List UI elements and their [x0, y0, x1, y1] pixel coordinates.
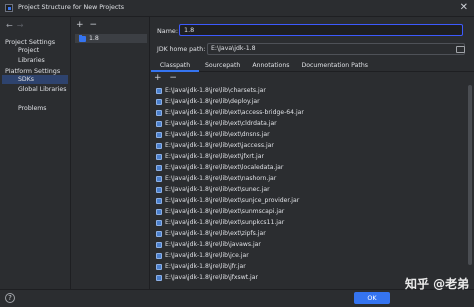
classpath-row[interactable]: E:\Java\jdk-1.8\jre\lib\ext\nashorn.jar [151, 173, 469, 184]
jdk-home-path-label: JDK home path: [157, 46, 206, 53]
platform-settings-heading: Platform Settings [5, 67, 61, 75]
jar-file-icon [156, 274, 162, 281]
jar-file-icon [156, 98, 162, 105]
classpath-entry: E:\Java\jdk-1.8\jre\lib\jfxswt.jar [165, 274, 258, 281]
sdk-list-item[interactable]: 1.8 [75, 34, 147, 43]
ok-button[interactable]: OK [354, 292, 390, 304]
forward-arrow-icon[interactable]: → [17, 21, 24, 30]
classpath-row[interactable]: E:\Java\jdk-1.8\jre\lib\ext\sunec.jar [151, 184, 469, 195]
name-input[interactable]: 1.8 [179, 24, 463, 36]
project-settings-heading: Project Settings [5, 38, 56, 46]
jar-file-icon [156, 263, 162, 270]
remove-sdk-icon[interactable]: − [90, 20, 98, 30]
nav-item-project[interactable]: Project [2, 46, 68, 55]
jar-file-icon [156, 208, 162, 215]
jar-file-icon [156, 142, 162, 149]
classpath-row[interactable]: E:\Java\jdk-1.8\jre\lib\javaws.jar [151, 239, 469, 250]
classpath-row[interactable]: E:\Java\jdk-1.8\jre\lib\ext\jfxrt.jar [151, 151, 469, 162]
classpath-row[interactable]: E:\Java\jdk-1.8\jre\lib\jce.jar [151, 250, 469, 261]
tab-bar: Classpath Sourcepath Annotations Documen… [151, 60, 474, 72]
classpath-toolbar: + − [154, 73, 177, 83]
classpath-entry: E:\Java\jdk-1.8\jre\lib\ext\sunjce_provi… [165, 197, 300, 204]
jar-file-icon [156, 197, 162, 204]
classpath-entry: E:\Java\jdk-1.8\jre\lib\jfr.jar [165, 263, 246, 270]
classpath-entry: E:\Java\jdk-1.8\jre\lib\ext\dnsns.jar [165, 131, 270, 138]
jar-file-icon [156, 241, 162, 248]
classpath-entry: E:\Java\jdk-1.8\jre\lib\jce.jar [165, 252, 249, 259]
title-bar: Project Structure for New Projects ✕ [0, 0, 474, 17]
tab-documentation-paths[interactable]: Documentation Paths [295, 60, 373, 72]
sdk-list-panel: + − 1.8 [72, 17, 150, 307]
jar-file-icon [156, 219, 162, 226]
name-label: Name: [157, 27, 179, 35]
classpath-row[interactable]: E:\Java\jdk-1.8\jre\lib\charsets.jar [151, 85, 469, 96]
jar-file-icon [156, 131, 162, 138]
nav-item-problems[interactable]: Problems [2, 104, 68, 113]
classpath-row[interactable]: E:\Java\jdk-1.8\jre\lib\ext\zipfs.jar [151, 228, 469, 239]
left-navigation-panel: ← → Project Settings Project Libraries P… [0, 17, 71, 307]
scrollbar[interactable] [468, 85, 472, 265]
nav-arrows: ← → [6, 21, 23, 30]
browse-folder-icon[interactable] [456, 44, 465, 53]
add-sdk-icon[interactable]: + [76, 20, 84, 30]
classpath-list: E:\Java\jdk-1.8\jre\lib\charsets.jar E:\J… [151, 85, 469, 305]
classpath-entry: E:\Java\jdk-1.8\jre\lib\deploy.jar [165, 98, 260, 105]
jar-file-icon [156, 87, 162, 94]
sdk-list-toolbar: + − [76, 20, 97, 30]
dialog-footer: ? OK [0, 289, 474, 307]
remove-path-icon[interactable]: − [169, 73, 177, 83]
classpath-entry: E:\Java\jdk-1.8\jre\lib\ext\nashorn.jar [165, 175, 277, 182]
classpath-row[interactable]: E:\Java\jdk-1.8\jre\lib\ext\sunmscapi.ja… [151, 206, 469, 217]
add-path-icon[interactable]: + [154, 73, 162, 83]
sdk-item-label: 1.8 [89, 35, 99, 42]
folder-icon [79, 34, 86, 42]
jar-file-icon [156, 120, 162, 127]
tab-sourcepath[interactable]: Sourcepath [199, 60, 246, 72]
sdk-detail-panel: Name: 1.8 JDK home path: E:\Java\jdk-1.8… [151, 17, 474, 307]
classpath-entry: E:\Java\jdk-1.8\jre\lib\ext\access-bridg… [165, 109, 304, 116]
tab-annotations[interactable]: Annotations [246, 60, 295, 72]
jar-file-icon [156, 252, 162, 259]
classpath-row[interactable]: E:\Java\jdk-1.8\jre\lib\ext\sunjce_provi… [151, 195, 469, 206]
classpath-entry: E:\Java\jdk-1.8\jre\lib\charsets.jar [165, 87, 266, 94]
classpath-row[interactable]: E:\Java\jdk-1.8\jre\lib\ext\cldrdata.jar [151, 118, 469, 129]
classpath-row[interactable]: E:\Java\jdk-1.8\jre\lib\ext\jaccess.jar [151, 140, 469, 151]
back-arrow-icon[interactable]: ← [6, 21, 13, 30]
jar-file-icon [156, 153, 162, 160]
classpath-entry: E:\Java\jdk-1.8\jre\lib\ext\sunec.jar [165, 186, 270, 193]
classpath-row[interactable]: E:\Java\jdk-1.8\jre\lib\ext\localedata.j… [151, 162, 469, 173]
app-logo-icon [5, 4, 13, 12]
classpath-entry: E:\Java\jdk-1.8\jre\lib\ext\sunmscapi.ja… [165, 208, 285, 215]
classpath-row[interactable]: E:\Java\jdk-1.8\jre\lib\ext\sunpkcs11.ja… [151, 217, 469, 228]
classpath-entry: E:\Java\jdk-1.8\jre\lib\ext\localedata.j… [165, 164, 284, 171]
classpath-row[interactable]: E:\Java\jdk-1.8\jre\lib\deploy.jar [151, 96, 469, 107]
watermark: 知乎 @老弟 [405, 277, 470, 291]
classpath-row[interactable]: E:\Java\jdk-1.8\jre\lib\jfr.jar [151, 261, 469, 272]
jar-file-icon [156, 230, 162, 237]
jdk-home-path-field[interactable]: E:\Java\jdk-1.8 [207, 43, 465, 55]
classpath-entry: E:\Java\jdk-1.8\jre\lib\ext\sunpkcs11.ja… [165, 219, 285, 226]
classpath-entry: E:\Java\jdk-1.8\jre\lib\ext\zipfs.jar [165, 230, 266, 237]
nav-item-libraries[interactable]: Libraries [2, 56, 68, 65]
classpath-entry: E:\Java\jdk-1.8\jre\lib\ext\jaccess.jar [165, 142, 274, 149]
help-icon[interactable]: ? [5, 293, 15, 303]
jar-file-icon [156, 109, 162, 116]
window-title: Project Structure for New Projects [18, 4, 125, 11]
tab-classpath[interactable]: Classpath [151, 60, 199, 72]
classpath-entry: E:\Java\jdk-1.8\jre\lib\javaws.jar [165, 241, 261, 248]
classpath-row[interactable]: E:\Java\jdk-1.8\jre\lib\ext\access-bridg… [151, 107, 469, 118]
jar-file-icon [156, 164, 162, 171]
nav-item-global-libraries[interactable]: Global Libraries [2, 85, 68, 94]
nav-item-sdks[interactable]: SDKs [2, 75, 68, 84]
close-icon[interactable]: ✕ [460, 2, 468, 13]
classpath-entry: E:\Java\jdk-1.8\jre\lib\ext\jfxrt.jar [165, 153, 264, 160]
classpath-row[interactable]: E:\Java\jdk-1.8\jre\lib\ext\dnsns.jar [151, 129, 469, 140]
jar-file-icon [156, 175, 162, 182]
classpath-entry: E:\Java\jdk-1.8\jre\lib\ext\cldrdata.jar [165, 120, 277, 127]
jar-file-icon [156, 186, 162, 193]
